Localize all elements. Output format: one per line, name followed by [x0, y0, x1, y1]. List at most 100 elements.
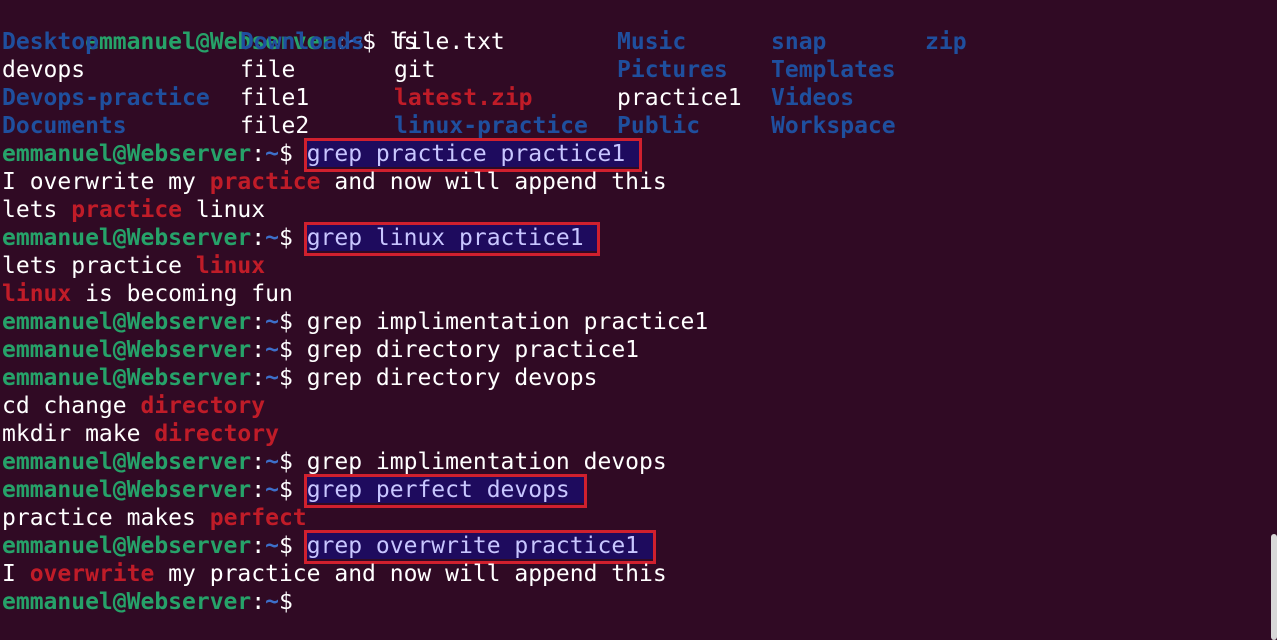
command-text: grep directory devops — [306, 365, 598, 391]
prompt-dollar: $ — [278, 365, 293, 391]
highlighted-command: grep linux practice1 — [306, 225, 598, 251]
highlighted-command: grep overwrite practice1 — [306, 533, 653, 559]
ls-entry: Music — [617, 29, 687, 55]
command-text: grep implimentation practice1 — [306, 309, 709, 335]
ls-entry: Workspace — [771, 113, 896, 139]
terminal-output[interactable]: emmanuel@Webserver:~$ ls Desktop Download… — [2, 0, 967, 616]
output-text: my practice and now will append this — [154, 561, 667, 587]
highlighted-command: grep perfect devops — [306, 477, 584, 503]
prompt-path: ~ — [265, 589, 279, 615]
ls-entry: Downloads — [240, 29, 365, 55]
ls-entry: git — [394, 57, 436, 83]
ls-entry: practice1 — [617, 85, 742, 111]
output-line: lets practice linux — [2, 252, 708, 280]
output-line: linux is becoming fun — [2, 280, 708, 308]
prompt-dollar: $ — [278, 225, 293, 251]
active-prompt-line[interactable]: emmanuel@Webserver:~$ — [2, 588, 708, 616]
ls-entry: Templates — [771, 57, 896, 83]
prompt-separator: : — [251, 141, 266, 167]
highlighted-command: grep practice practice1 — [306, 141, 640, 167]
ls-entry: devops — [2, 57, 86, 83]
output-text: is becoming fun — [71, 281, 293, 307]
prompt-user: emmanuel@Webserver — [2, 309, 252, 335]
prompt-dollar: $ — [278, 337, 293, 363]
prompt-line: emmanuel@Webserver:~$ grep practice prac… — [2, 138, 708, 172]
grep-match: linux — [195, 253, 266, 279]
output-line: I overwrite my practice and now will app… — [2, 560, 708, 588]
prompt-separator: : — [251, 533, 266, 559]
output-text: I overwrite my — [2, 169, 210, 195]
prompt-separator: : — [251, 309, 266, 335]
grep-match: practice — [71, 197, 183, 223]
grep-match: practice — [209, 169, 321, 195]
prompt-path: ~ — [265, 309, 279, 335]
ls-entry: file.txt — [394, 29, 505, 55]
prompt-dollar: $ — [278, 589, 293, 615]
ls-entry: file1 — [240, 85, 310, 111]
scrollbar[interactable] — [1271, 534, 1277, 640]
prompt-dollar: $ — [278, 309, 293, 335]
ls-entry: latest.zip — [394, 85, 533, 111]
prompt-line: emmanuel@Webserver:~$ grep linux practic… — [2, 222, 708, 256]
ls-row: Documents file2 linux-practice Public Worksp… — [2, 112, 896, 140]
output-text: I — [2, 561, 30, 587]
prompt-path: ~ — [265, 449, 279, 475]
prompt-dollar: $ — [278, 141, 293, 167]
prompt-separator: : — [251, 449, 266, 475]
ls-row: Desktop Downloads file.txt Music snap zip — [2, 28, 967, 56]
command-text: grep implimentation devops — [306, 449, 667, 475]
prompt-line: emmanuel@Webserver:~$ grep directory pra… — [2, 336, 708, 364]
prompt-user: emmanuel@Webserver — [2, 589, 252, 615]
prompt-separator: : — [251, 477, 266, 503]
prompt-dollar: $ — [278, 477, 293, 503]
prompt-path: ~ — [265, 365, 279, 391]
ls-output: Desktop Downloads file.txt Music snap zip devo… — [2, 28, 967, 140]
ls-entry: zip — [925, 29, 967, 55]
prompt-user: emmanuel@Webserver — [2, 225, 252, 251]
ls-entry: Documents — [2, 113, 127, 139]
command-text: grep directory practice1 — [306, 337, 640, 363]
prompt-path: ~ — [265, 337, 279, 363]
prompt-user: emmanuel@Webserver — [2, 365, 252, 391]
prompt-separator: : — [251, 225, 266, 251]
prompt-line: emmanuel@Webserver:~$ grep overwrite pra… — [2, 530, 708, 564]
output-text: lets practice — [2, 253, 196, 279]
grep-match: directory — [140, 393, 266, 419]
prompt-user: emmanuel@Webserver — [2, 141, 252, 167]
output-line: cd change directory — [2, 392, 708, 420]
ls-entry: snap — [771, 29, 827, 55]
grep-match: linux — [2, 281, 72, 307]
ls-entry: Desktop — [2, 29, 99, 55]
grep-match: directory — [154, 421, 279, 447]
prompt-user: emmanuel@Webserver — [2, 533, 252, 559]
ls-entry: file — [240, 57, 296, 83]
ls-row: devops file git Pictures Templates — [2, 56, 896, 84]
terminal-window[interactable]: emmanuel@Webserver:~$ ls Desktop Download… — [0, 0, 1277, 640]
command-blocks: emmanuel@Webserver:~$ grep practice prac… — [2, 138, 709, 616]
output-text: mkdir make — [2, 421, 155, 447]
ls-entry: Public — [617, 113, 701, 139]
prompt-line: emmanuel@Webserver:~$ ls — [2, 0, 708, 55]
prompt-user: emmanuel@Webserver — [2, 449, 252, 475]
output-text: practice makes — [2, 505, 210, 531]
prompt-path: ~ — [265, 225, 279, 251]
output-text: cd change — [2, 393, 141, 419]
prompt-dollar: $ — [278, 449, 293, 475]
prompt-path: ~ — [265, 533, 279, 559]
output-line: practice makes perfect — [2, 504, 708, 532]
ls-entry: Pictures — [617, 57, 728, 83]
grep-match: perfect — [209, 505, 307, 531]
output-line: mkdir make directory — [2, 420, 708, 448]
ls-entry: linux-practice — [394, 113, 588, 139]
grep-match: overwrite — [29, 561, 155, 587]
output-text: lets — [2, 197, 72, 223]
prompt-separator: : — [251, 337, 266, 363]
ls-entry: Devops-practice — [2, 85, 210, 111]
prompt-user: emmanuel@Webserver — [2, 337, 252, 363]
prompt-path: ~ — [265, 477, 279, 503]
ls-entry: file2 — [240, 113, 310, 139]
prompt-user: emmanuel@Webserver — [2, 477, 252, 503]
prompt-dollar: $ — [278, 533, 293, 559]
prompt-line: emmanuel@Webserver:~$ grep directory dev… — [2, 364, 708, 392]
prompt-path: ~ — [265, 141, 279, 167]
